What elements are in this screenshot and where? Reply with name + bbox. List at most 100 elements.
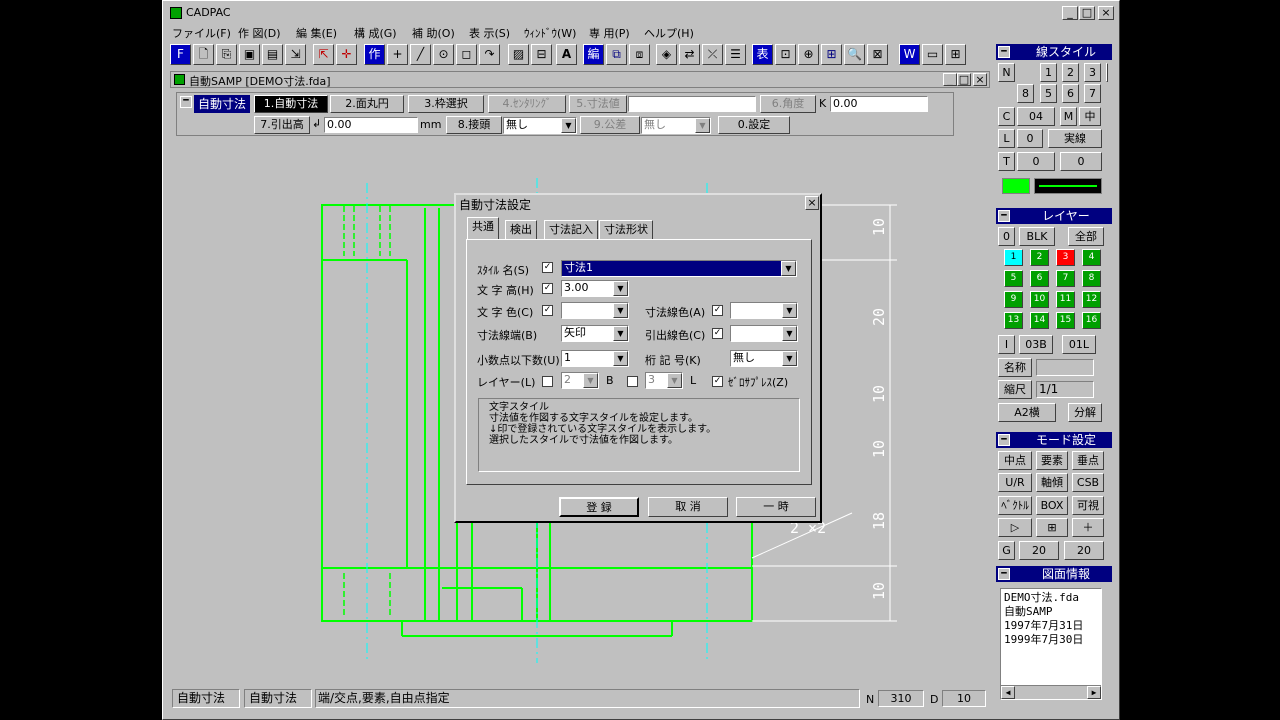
window-single-icon[interactable]: ▭ bbox=[922, 44, 943, 65]
layer-all-button[interactable]: 全部 bbox=[1068, 227, 1104, 246]
copy-icon[interactable]: ⧉ bbox=[606, 44, 627, 65]
dim-value-field[interactable] bbox=[628, 96, 756, 112]
layer-b-select[interactable]: 2 ▼ bbox=[561, 372, 599, 389]
menu-view[interactable]: 表 示(S) bbox=[469, 25, 510, 41]
layer-name-button[interactable]: 名称 bbox=[998, 358, 1032, 377]
zero-suppress-check[interactable]: ✓ bbox=[712, 376, 723, 387]
menu-window[interactable]: ｳｨﾝﾄﾞｳ(W) bbox=[524, 25, 576, 41]
panel-menu-icon[interactable]: ━ bbox=[998, 434, 1010, 446]
tab-dim-entry[interactable]: 寸法記入 bbox=[544, 220, 598, 240]
maximize-button[interactable]: □ bbox=[1079, 6, 1095, 20]
layer-cell-12[interactable]: 12 bbox=[1082, 291, 1101, 308]
hatch-icon[interactable]: ▨ bbox=[508, 44, 529, 65]
layer-i-button[interactable]: I bbox=[998, 335, 1015, 354]
cancel-button[interactable]: 取 消 bbox=[648, 497, 728, 517]
table-button[interactable]: 表 bbox=[752, 44, 773, 65]
prefix-select[interactable]: 無し ▼ bbox=[503, 117, 577, 134]
open-file-icon[interactable]: ⎘ bbox=[216, 44, 237, 65]
tab-dim-shape[interactable]: 寸法形状 bbox=[599, 220, 653, 240]
leader-color-select[interactable]: ▼ bbox=[730, 325, 798, 342]
ls-2[interactable]: 2 bbox=[1062, 63, 1079, 82]
doc-minimize-button[interactable]: _ bbox=[943, 73, 957, 86]
digit-symbol-select[interactable]: 無し ▼ bbox=[730, 350, 798, 367]
tab-detect[interactable]: 検出 bbox=[505, 220, 537, 240]
mode-perp[interactable]: 垂点 bbox=[1072, 451, 1104, 470]
leader-color-check[interactable]: ✓ bbox=[712, 328, 723, 339]
mode-cursor-icon[interactable]: ▷ bbox=[998, 518, 1032, 537]
menu-compose[interactable]: 構 成(G) bbox=[354, 25, 397, 41]
doc-maximize-button[interactable]: □ bbox=[957, 73, 971, 86]
menu-special[interactable]: 専 用(P) bbox=[589, 25, 630, 41]
tolerance-select[interactable]: 無し ▼ bbox=[641, 117, 711, 134]
w-button[interactable]: W bbox=[899, 44, 920, 65]
layer-view-icon[interactable]: ⊠ bbox=[867, 44, 888, 65]
dimension-icon[interactable]: ⊟ bbox=[531, 44, 552, 65]
ls-t-v2[interactable]: 0 bbox=[1060, 152, 1102, 171]
mode-midpoint[interactable]: 中点 bbox=[998, 451, 1032, 470]
export-icon[interactable]: ⇲ bbox=[285, 44, 306, 65]
split-button[interactable]: 分解 bbox=[1068, 403, 1102, 422]
point-icon[interactable]: + bbox=[387, 44, 408, 65]
ls-n[interactable]: N bbox=[998, 63, 1015, 82]
ls-l-value[interactable]: 0 bbox=[1017, 129, 1043, 148]
layer-cell-3[interactable]: 3 bbox=[1056, 249, 1075, 266]
mode-vector[interactable]: ﾍﾞｸﾄﾙ bbox=[998, 496, 1032, 515]
mode-cross-icon[interactable]: ＋ bbox=[1072, 518, 1104, 537]
mode-csb[interactable]: CSB bbox=[1072, 473, 1104, 492]
dim-line-color-check[interactable]: ✓ bbox=[712, 305, 723, 316]
text-color-check[interactable]: ✓ bbox=[542, 305, 553, 316]
layer-b-check[interactable] bbox=[542, 376, 553, 387]
mode-g1[interactable]: 20 bbox=[1019, 541, 1059, 560]
arc-icon[interactable]: ↷ bbox=[479, 44, 500, 65]
rotate-icon[interactable]: ◈ bbox=[656, 44, 677, 65]
ls-5[interactable]: 5 bbox=[1040, 84, 1057, 103]
scale-field[interactable]: 1/1 bbox=[1036, 381, 1094, 398]
layer-l-check[interactable] bbox=[627, 376, 638, 387]
frame-select-button[interactable]: 3.枠選択 bbox=[408, 95, 484, 113]
edit-button[interactable]: 編 bbox=[583, 44, 604, 65]
layer-blk-button[interactable]: BLK bbox=[1019, 227, 1055, 246]
panel-menu-icon[interactable]: ━ bbox=[998, 210, 1010, 222]
dim-value-button[interactable]: 5.寸法値 bbox=[569, 95, 627, 113]
mode-visible[interactable]: 可視 bbox=[1072, 496, 1104, 515]
layer-i-v1[interactable]: 03B bbox=[1019, 335, 1053, 354]
mode-axis[interactable]: 軸傾 bbox=[1036, 473, 1068, 492]
new-file-icon[interactable]: 🗋 bbox=[193, 44, 214, 65]
layer-cell-11[interactable]: 11 bbox=[1056, 291, 1075, 308]
centering-button[interactable]: 4.ｾﾝﾀﾘﾝｸﾞ bbox=[488, 95, 566, 113]
ls-l-name[interactable]: 実線 bbox=[1048, 129, 1102, 148]
menu-edit[interactable]: 編 集(E) bbox=[296, 25, 337, 41]
decimals-select[interactable]: 1 ▼ bbox=[561, 350, 629, 367]
close-button[interactable]: × bbox=[1098, 6, 1114, 20]
minimize-button[interactable]: _ bbox=[1062, 6, 1078, 20]
paper-size-button[interactable]: A2横 bbox=[998, 403, 1056, 422]
tab-common[interactable]: 共通 bbox=[467, 217, 499, 240]
ls-6[interactable]: 6 bbox=[1062, 84, 1079, 103]
f-button[interactable]: F bbox=[170, 44, 191, 65]
ls-t[interactable]: T bbox=[998, 152, 1015, 171]
layer-cell-4[interactable]: 4 bbox=[1082, 249, 1101, 266]
layer-cell-7[interactable]: 7 bbox=[1056, 270, 1075, 287]
rect-icon[interactable]: ◻ bbox=[456, 44, 477, 65]
zoom-search-icon[interactable]: 🔍 bbox=[844, 44, 865, 65]
snap-icon[interactable]: ✛ bbox=[336, 44, 357, 65]
text-color-select[interactable]: ▼ bbox=[561, 302, 629, 319]
ls-4[interactable]: 4 bbox=[1106, 63, 1108, 82]
move-icon[interactable]: ⧈ bbox=[629, 44, 650, 65]
panel-menu-icon[interactable]: ━ bbox=[998, 46, 1010, 58]
ls-7[interactable]: 7 bbox=[1084, 84, 1101, 103]
trim-icon[interactable]: ⤫ bbox=[702, 44, 723, 65]
leader-height-field[interactable]: 0.00 bbox=[324, 117, 418, 133]
line-icon[interactable]: ╱ bbox=[410, 44, 431, 65]
mode-grid-icon[interactable]: ⊞ bbox=[1036, 518, 1068, 537]
layer-cell-8[interactable]: 8 bbox=[1082, 270, 1101, 287]
ls-t-v1[interactable]: 0 bbox=[1017, 152, 1055, 171]
menu-assist[interactable]: 補 助(O) bbox=[412, 25, 455, 41]
layer-cell-6[interactable]: 6 bbox=[1030, 270, 1049, 287]
window-tile-icon[interactable]: ⊞ bbox=[945, 44, 966, 65]
mirror-icon[interactable]: ⇄ bbox=[679, 44, 700, 65]
k-value-field[interactable]: 0.00 bbox=[830, 96, 928, 112]
info-scrollbar[interactable]: ◀ ▶ bbox=[1001, 685, 1101, 699]
zoom-window-icon[interactable]: ⊡ bbox=[775, 44, 796, 65]
style-name-select[interactable]: 寸法1 ▼ bbox=[561, 260, 797, 277]
